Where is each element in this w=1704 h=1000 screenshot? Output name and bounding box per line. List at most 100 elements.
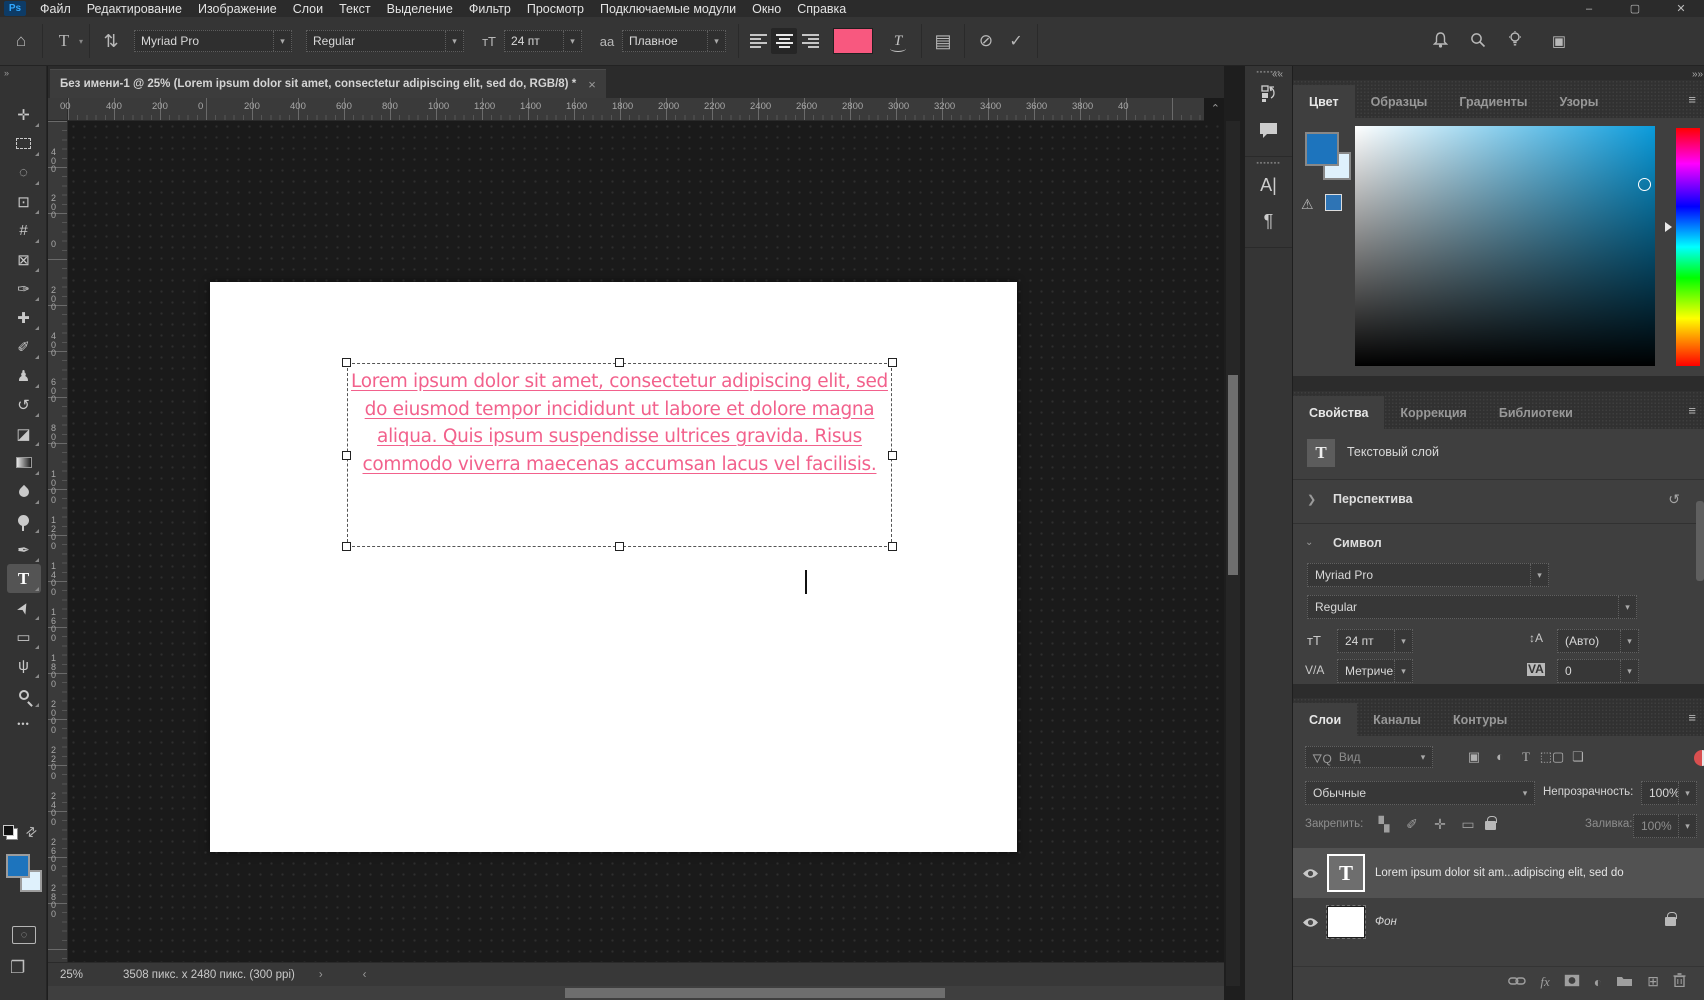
menu-0[interactable]: Файл	[32, 1, 79, 17]
layer-thumbnail[interactable]: T	[1327, 854, 1365, 892]
tool-object-selection-icon[interactable]: ⊡	[7, 187, 41, 216]
chevron-down-icon[interactable]: ▾	[1620, 660, 1638, 682]
menu-10[interactable]: Справка	[789, 1, 854, 17]
chevron-down-icon[interactable]: ▾	[1530, 564, 1548, 586]
current-tool-icon[interactable]: T	[49, 31, 79, 51]
tool-clone-stamp-icon[interactable]: ♟	[7, 361, 41, 390]
visibility-eye-icon[interactable]	[1293, 915, 1327, 929]
status-expand-icon[interactable]: ›	[319, 969, 323, 981]
history-panel-icon[interactable]	[1245, 76, 1292, 112]
cancel-edit-icon[interactable]: ⊘	[971, 31, 1001, 51]
tool-blur-icon[interactable]	[7, 477, 41, 506]
lock-transparency-icon[interactable]: ▚	[1369, 816, 1399, 833]
default-colors-icon[interactable]	[3, 825, 18, 840]
handle-top-center[interactable]	[615, 358, 624, 367]
gamut-warning-icon[interactable]: ⚠	[1301, 196, 1314, 213]
canvas-document[interactable]: Lorem ipsum dolor sit amet, consectetur …	[210, 282, 1017, 852]
panel-foreground-swatch[interactable]	[1305, 132, 1339, 166]
tab-swatches[interactable]: Образцы	[1355, 85, 1444, 118]
fill-select[interactable]: 100% ▾	[1633, 814, 1697, 838]
layer-name[interactable]: Lorem ipsum dolor sit am...adipiscing el…	[1375, 867, 1624, 879]
chevron-down-icon[interactable]: ⌄	[1305, 537, 1313, 548]
tool-gradient-icon[interactable]	[7, 448, 41, 477]
chevron-down-icon[interactable]: ▾	[1618, 596, 1636, 618]
horizontal-scrollbar-thumb[interactable]	[565, 988, 945, 998]
horizontal-scrollbar[interactable]	[48, 986, 1224, 1000]
panel-menu-icon[interactable]: ≡	[1688, 710, 1696, 725]
lock-all-icon[interactable]	[1485, 816, 1497, 833]
filter-shape-layers-icon[interactable]: ⬚︎▢	[1539, 749, 1565, 765]
toolbar-collapse-icon[interactable]: »	[0, 66, 46, 78]
character-section-label[interactable]: Символ	[1333, 536, 1382, 550]
color-field-cursor[interactable]	[1638, 178, 1651, 191]
menu-9[interactable]: Окно	[744, 1, 789, 17]
tool-crop-icon[interactable]: #	[7, 216, 41, 245]
discover-bulb-icon[interactable]	[1508, 31, 1522, 51]
comments-panel-icon[interactable]	[1245, 112, 1292, 148]
quick-mask-button[interactable]: ◌	[12, 926, 36, 944]
new-group-icon[interactable]	[1616, 974, 1633, 990]
tool-hand-icon[interactable]: ψ	[7, 651, 41, 680]
layer-name[interactable]: Фон	[1375, 916, 1397, 928]
tab-adjustments[interactable]: Коррекция	[1384, 396, 1482, 429]
hue-slider[interactable]	[1676, 128, 1700, 366]
text-color-swatch[interactable]	[833, 28, 874, 54]
home-icon[interactable]: ⌂	[6, 31, 36, 51]
layer-row-text[interactable]: T Lorem ipsum dolor sit am...adipiscing …	[1293, 848, 1704, 898]
panel-menu-icon[interactable]: ≡	[1688, 403, 1696, 418]
font-size-select[interactable]: 24 пт ▾	[504, 30, 583, 52]
perspective-section-label[interactable]: Перспектива	[1333, 492, 1413, 506]
tool-zoom-icon[interactable]	[7, 680, 41, 709]
zoom-level[interactable]: 25%	[60, 969, 83, 981]
ruler-collapse-icon[interactable]: ⌃	[1211, 102, 1220, 115]
layer-filter-search[interactable]: 🜄︎Q Вид ▾	[1305, 746, 1433, 768]
opacity-select[interactable]: 100% ▾	[1641, 781, 1697, 805]
drag-grip[interactable]: ▪▪▪▪▪▪▪	[1245, 160, 1292, 167]
lock-pixels-icon[interactable]: ✐	[1397, 816, 1427, 833]
vertical-scrollbar-thumb[interactable]	[1228, 375, 1238, 575]
char-leading-select[interactable]: (Авто) ▾	[1557, 629, 1639, 653]
color-field[interactable]	[1355, 126, 1655, 366]
notifications-bell-icon[interactable]	[1432, 31, 1449, 51]
layer-mask-icon[interactable]	[1564, 974, 1580, 990]
font-family-select[interactable]: Myriad Pro ▾	[134, 30, 293, 52]
tool-preset-chevron-icon[interactable]: ▾	[79, 37, 83, 46]
chevron-down-icon[interactable]: ▾	[1678, 815, 1696, 837]
document-tab[interactable]: Без имени-1 @ 25% (Lorem ipsum dolor sit…	[50, 69, 606, 98]
layer-thumbnail[interactable]	[1326, 905, 1366, 939]
tab-patterns[interactable]: Узоры	[1543, 85, 1614, 118]
tab-layers[interactable]: Слои	[1293, 703, 1358, 736]
tab-properties[interactable]: Свойства	[1293, 396, 1385, 429]
handle-middle-right[interactable]	[888, 451, 897, 460]
tool-move-icon[interactable]: ✛	[7, 100, 41, 129]
chevron-right-icon[interactable]: ❯	[1307, 493, 1316, 506]
tool-eyedropper-icon[interactable]: ✑	[7, 274, 41, 303]
menu-7[interactable]: Просмотр	[519, 1, 592, 17]
tool-edit-toolbar-icon[interactable]: •••	[7, 709, 41, 738]
lock-artboard-icon[interactable]: ▭	[1453, 816, 1483, 833]
commit-edit-icon[interactable]: ✓	[1001, 31, 1031, 51]
close-button[interactable]: ✕	[1658, 0, 1704, 17]
tool-history-brush-icon[interactable]: ↺	[7, 390, 41, 419]
tool-brush-icon[interactable]: ✐	[7, 332, 41, 361]
char-tracking-select[interactable]: 0 ▾	[1557, 659, 1639, 683]
layer-filter-toggle[interactable]	[1694, 750, 1704, 766]
tab-paths[interactable]: Контуры	[1437, 703, 1523, 736]
menu-4[interactable]: Текст	[331, 1, 378, 17]
toggle-panels-icon[interactable]: ▤	[928, 31, 958, 52]
layer-effects-icon[interactable]: fx	[1540, 974, 1549, 990]
workspace-switcher-icon[interactable]: ▣	[1544, 32, 1574, 50]
tool-frame-icon[interactable]: ⊠	[7, 245, 41, 274]
hue-slider-marker[interactable]	[1665, 222, 1672, 232]
char-kerning-select[interactable]: Метриче ▾	[1337, 659, 1413, 683]
tool-pen-icon[interactable]: ✒	[7, 535, 41, 564]
menu-2[interactable]: Изображение	[190, 1, 285, 17]
tool-path-selection-icon[interactable]: ➤	[7, 593, 41, 622]
filter-smart-objects-icon[interactable]: ❏	[1565, 749, 1591, 765]
chevron-down-icon[interactable]: ▾	[707, 31, 725, 51]
filter-adjustment-layers-icon[interactable]: ◐	[1487, 749, 1513, 765]
handle-top-left[interactable]	[342, 358, 351, 367]
chevron-down-icon[interactable]: ▾	[1394, 660, 1412, 682]
blend-mode-select[interactable]: Обычные ▾	[1305, 781, 1535, 805]
chevron-down-icon[interactable]: ▾	[445, 31, 463, 51]
